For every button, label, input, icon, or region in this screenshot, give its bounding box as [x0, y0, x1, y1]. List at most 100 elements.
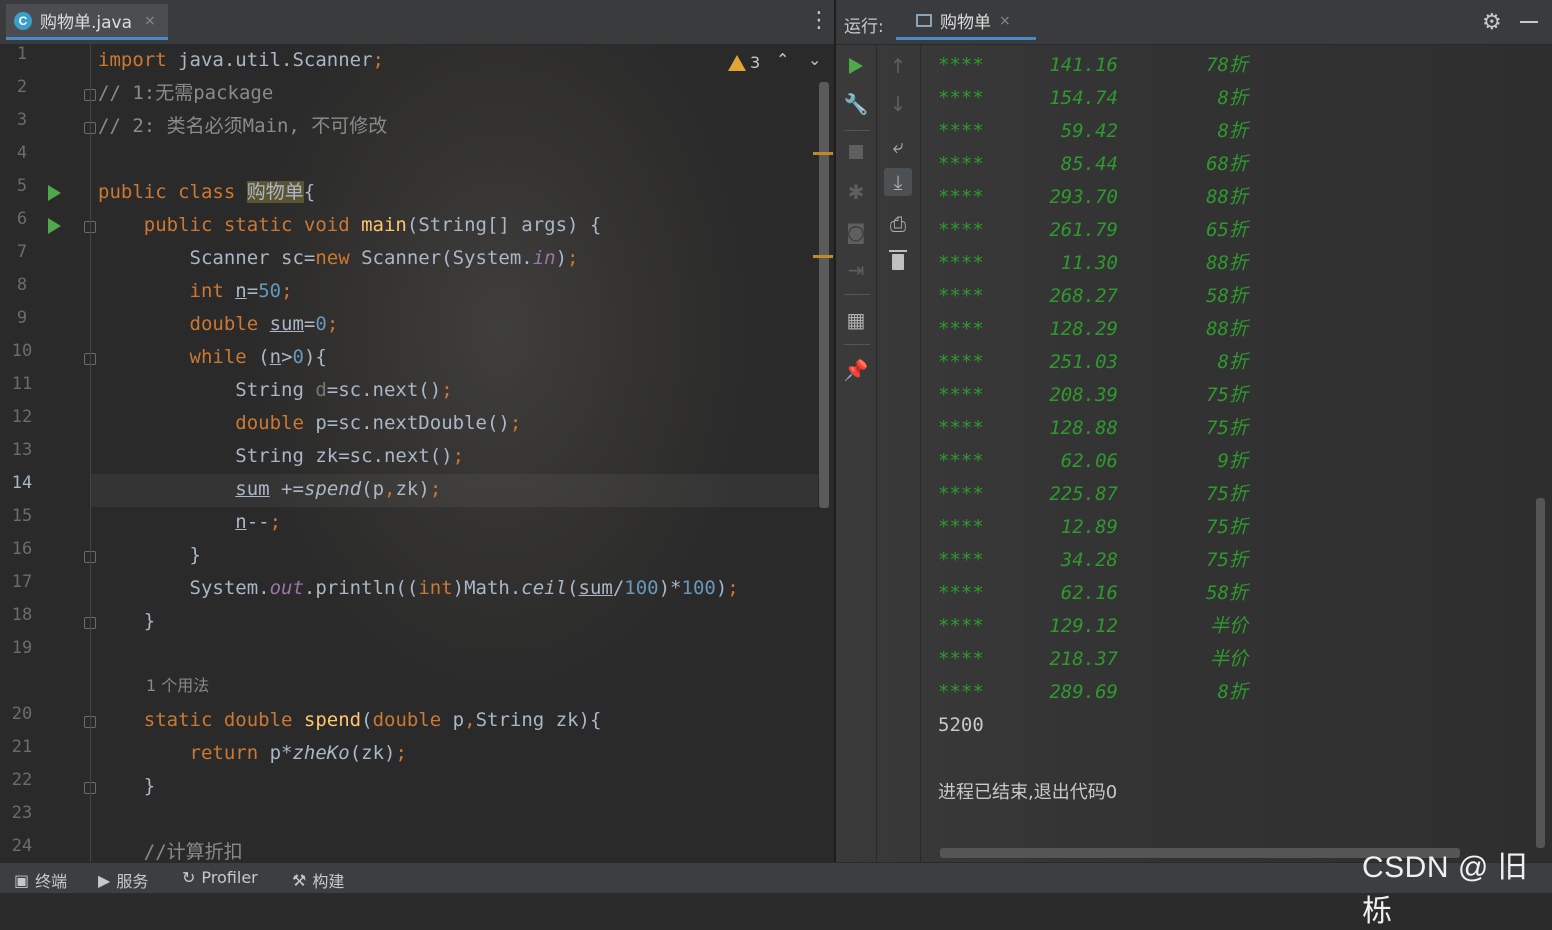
- code-line: Scanner sc=new Scanner(System.in);: [98, 247, 579, 269]
- close-icon[interactable]: ×: [999, 13, 1011, 29]
- arrow-up-icon[interactable]: ↑: [884, 52, 912, 80]
- line-number: 10: [11, 341, 33, 361]
- chevron-up-icon[interactable]: ⌃: [776, 50, 789, 69]
- services-label: 服务: [116, 872, 149, 891]
- stop-button[interactable]: [842, 138, 870, 166]
- line-number: 2: [16, 77, 28, 97]
- line-number: 1: [16, 44, 28, 64]
- line-number: 3: [16, 110, 28, 130]
- code-line: }: [98, 544, 201, 566]
- gutter-divider: [90, 44, 91, 862]
- code-line: public class 购物单{: [98, 181, 316, 203]
- run-gutter-icon[interactable]: [48, 218, 61, 234]
- line-number: 24: [11, 836, 33, 856]
- profiler-label: Profiler: [201, 868, 258, 887]
- rerun-button[interactable]: [842, 52, 870, 80]
- editor-tab-file[interactable]: C 购物单.java ×: [6, 4, 168, 40]
- line-number: 11: [11, 374, 33, 394]
- code-line: System.out.println((int)Math.ceil(sum/10…: [98, 577, 739, 599]
- terminal-icon: ▣: [14, 870, 30, 890]
- editor-tab-bar: C 购物单.java × ⋮: [0, 0, 834, 45]
- camera-icon[interactable]: ◙: [842, 218, 870, 246]
- debug-icon[interactable]: ✱: [842, 178, 870, 206]
- line-number: 20: [11, 704, 33, 724]
- profiler-icon: ↻: [182, 868, 196, 887]
- inspection-widget[interactable]: 3: [728, 53, 760, 72]
- line-number: 22: [11, 770, 33, 790]
- code-line: import java.util.Scanner;: [98, 49, 384, 71]
- line-number: 5: [16, 176, 28, 196]
- scroll-to-end-icon[interactable]: ⤓: [884, 168, 912, 196]
- code-line: while (n>0){: [189, 346, 327, 368]
- line-number: 17: [11, 572, 33, 592]
- services-icon: ▶: [98, 870, 111, 890]
- stop-icon: [849, 145, 863, 159]
- line-number: 8: [16, 275, 28, 295]
- more-options-icon[interactable]: ⋮: [808, 10, 830, 32]
- console-vertical-scrollbar[interactable]: [1536, 498, 1545, 848]
- code-line: }: [98, 610, 156, 632]
- login-icon[interactable]: ⇥: [842, 256, 870, 284]
- run-tab[interactable]: 购物单 ×: [896, 4, 1036, 40]
- warning-marker[interactable]: [813, 255, 833, 258]
- code-line: sum +=spend(p,zk);: [235, 478, 442, 500]
- line-number: 23: [11, 803, 33, 823]
- layout-icon[interactable]: ▦: [842, 306, 870, 334]
- program-result: 5200: [938, 714, 984, 736]
- terminal-tab[interactable]: ▣ 终端: [14, 868, 67, 892]
- code-line: return p*zheKo(zk);: [189, 742, 407, 764]
- minimize-icon[interactable]: [1520, 21, 1538, 23]
- code-line: double p=sc.nextDouble();: [235, 412, 522, 434]
- code-line: //计算折扣: [143, 841, 243, 862]
- line-number: 19: [11, 638, 33, 658]
- code-line: }: [98, 775, 156, 797]
- code-line: n--;: [235, 511, 282, 533]
- soft-wrap-icon[interactable]: ⤶: [884, 132, 912, 160]
- exit-message: 进程已结束,退出代码0: [938, 782, 1118, 803]
- pin-icon[interactable]: 📌: [842, 356, 870, 384]
- line-number: 4: [16, 143, 28, 163]
- warning-count: 3: [750, 53, 761, 72]
- editor-scrollbar[interactable]: [819, 82, 829, 508]
- code-line: // 2: 类名必须Main, 不可修改: [98, 115, 388, 137]
- line-number-gutter: 1 2 3 4 5 6 7 8 9 10 11 12 13 14 15 16 1…: [0, 44, 96, 862]
- run-tab-label: 购物单: [940, 13, 991, 33]
- warning-marker[interactable]: [813, 152, 833, 155]
- tool-window-bar: ▣ 终端 ▶ 服务 ↻ Profiler ⚒ 构建: [0, 862, 1552, 893]
- editor-tab-label: 购物单.java: [40, 13, 133, 33]
- line-number: 15: [11, 506, 33, 526]
- line-number: 21: [11, 737, 33, 757]
- code-line: int n=50;: [189, 280, 293, 302]
- wrench-icon[interactable]: 🔧: [842, 90, 870, 118]
- line-number: 16: [11, 539, 33, 559]
- line-number: 12: [11, 407, 33, 427]
- run-title: 运行:: [844, 17, 884, 37]
- print-icon[interactable]: ⎙: [884, 210, 912, 238]
- run-toolbar-secondary: ↑ ↓ ⤶ ⤓ ⎙: [878, 44, 920, 862]
- run-gutter-icon[interactable]: [48, 185, 61, 201]
- editor-panel[interactable]: C 购物单.java × ⋮ 1 2 3 4 5 6 7 8 9 10 11 1…: [0, 0, 834, 862]
- line-number: 13: [11, 440, 33, 460]
- code-line: String d=sc.next();: [98, 379, 453, 401]
- trash-button[interactable]: [884, 248, 912, 276]
- play-icon: [849, 58, 863, 74]
- watermark: CSDN @ 旧栎: [1362, 851, 1529, 928]
- console-window-icon: [916, 14, 932, 27]
- run-header: 运行: 购物单 × ⚙: [836, 0, 1552, 45]
- run-toolbar-primary: 🔧 ✱ ◙ ⇥ ▦ 📌: [836, 44, 876, 862]
- usage-hint[interactable]: 1 个用法: [146, 672, 209, 696]
- close-icon[interactable]: ×: [144, 13, 156, 29]
- gear-icon[interactable]: ⚙: [1482, 10, 1502, 35]
- toolbar-divider: [844, 130, 870, 131]
- build-tab[interactable]: ⚒ 构建: [292, 868, 344, 892]
- code-line: String zk=sc.next();: [98, 445, 465, 467]
- toolbar-divider: [844, 294, 870, 295]
- profiler-tab[interactable]: ↻ Profiler: [182, 868, 258, 887]
- hammer-icon: ⚒: [292, 870, 307, 890]
- code-line: // 1:无需package: [98, 82, 274, 104]
- services-tab[interactable]: ▶ 服务: [98, 868, 148, 892]
- arrow-down-icon[interactable]: ↓: [884, 90, 912, 118]
- chevron-down-icon[interactable]: ⌄: [808, 50, 821, 69]
- line-number: 9: [16, 308, 28, 328]
- code-line: static double spend(double p,String zk){: [143, 709, 602, 731]
